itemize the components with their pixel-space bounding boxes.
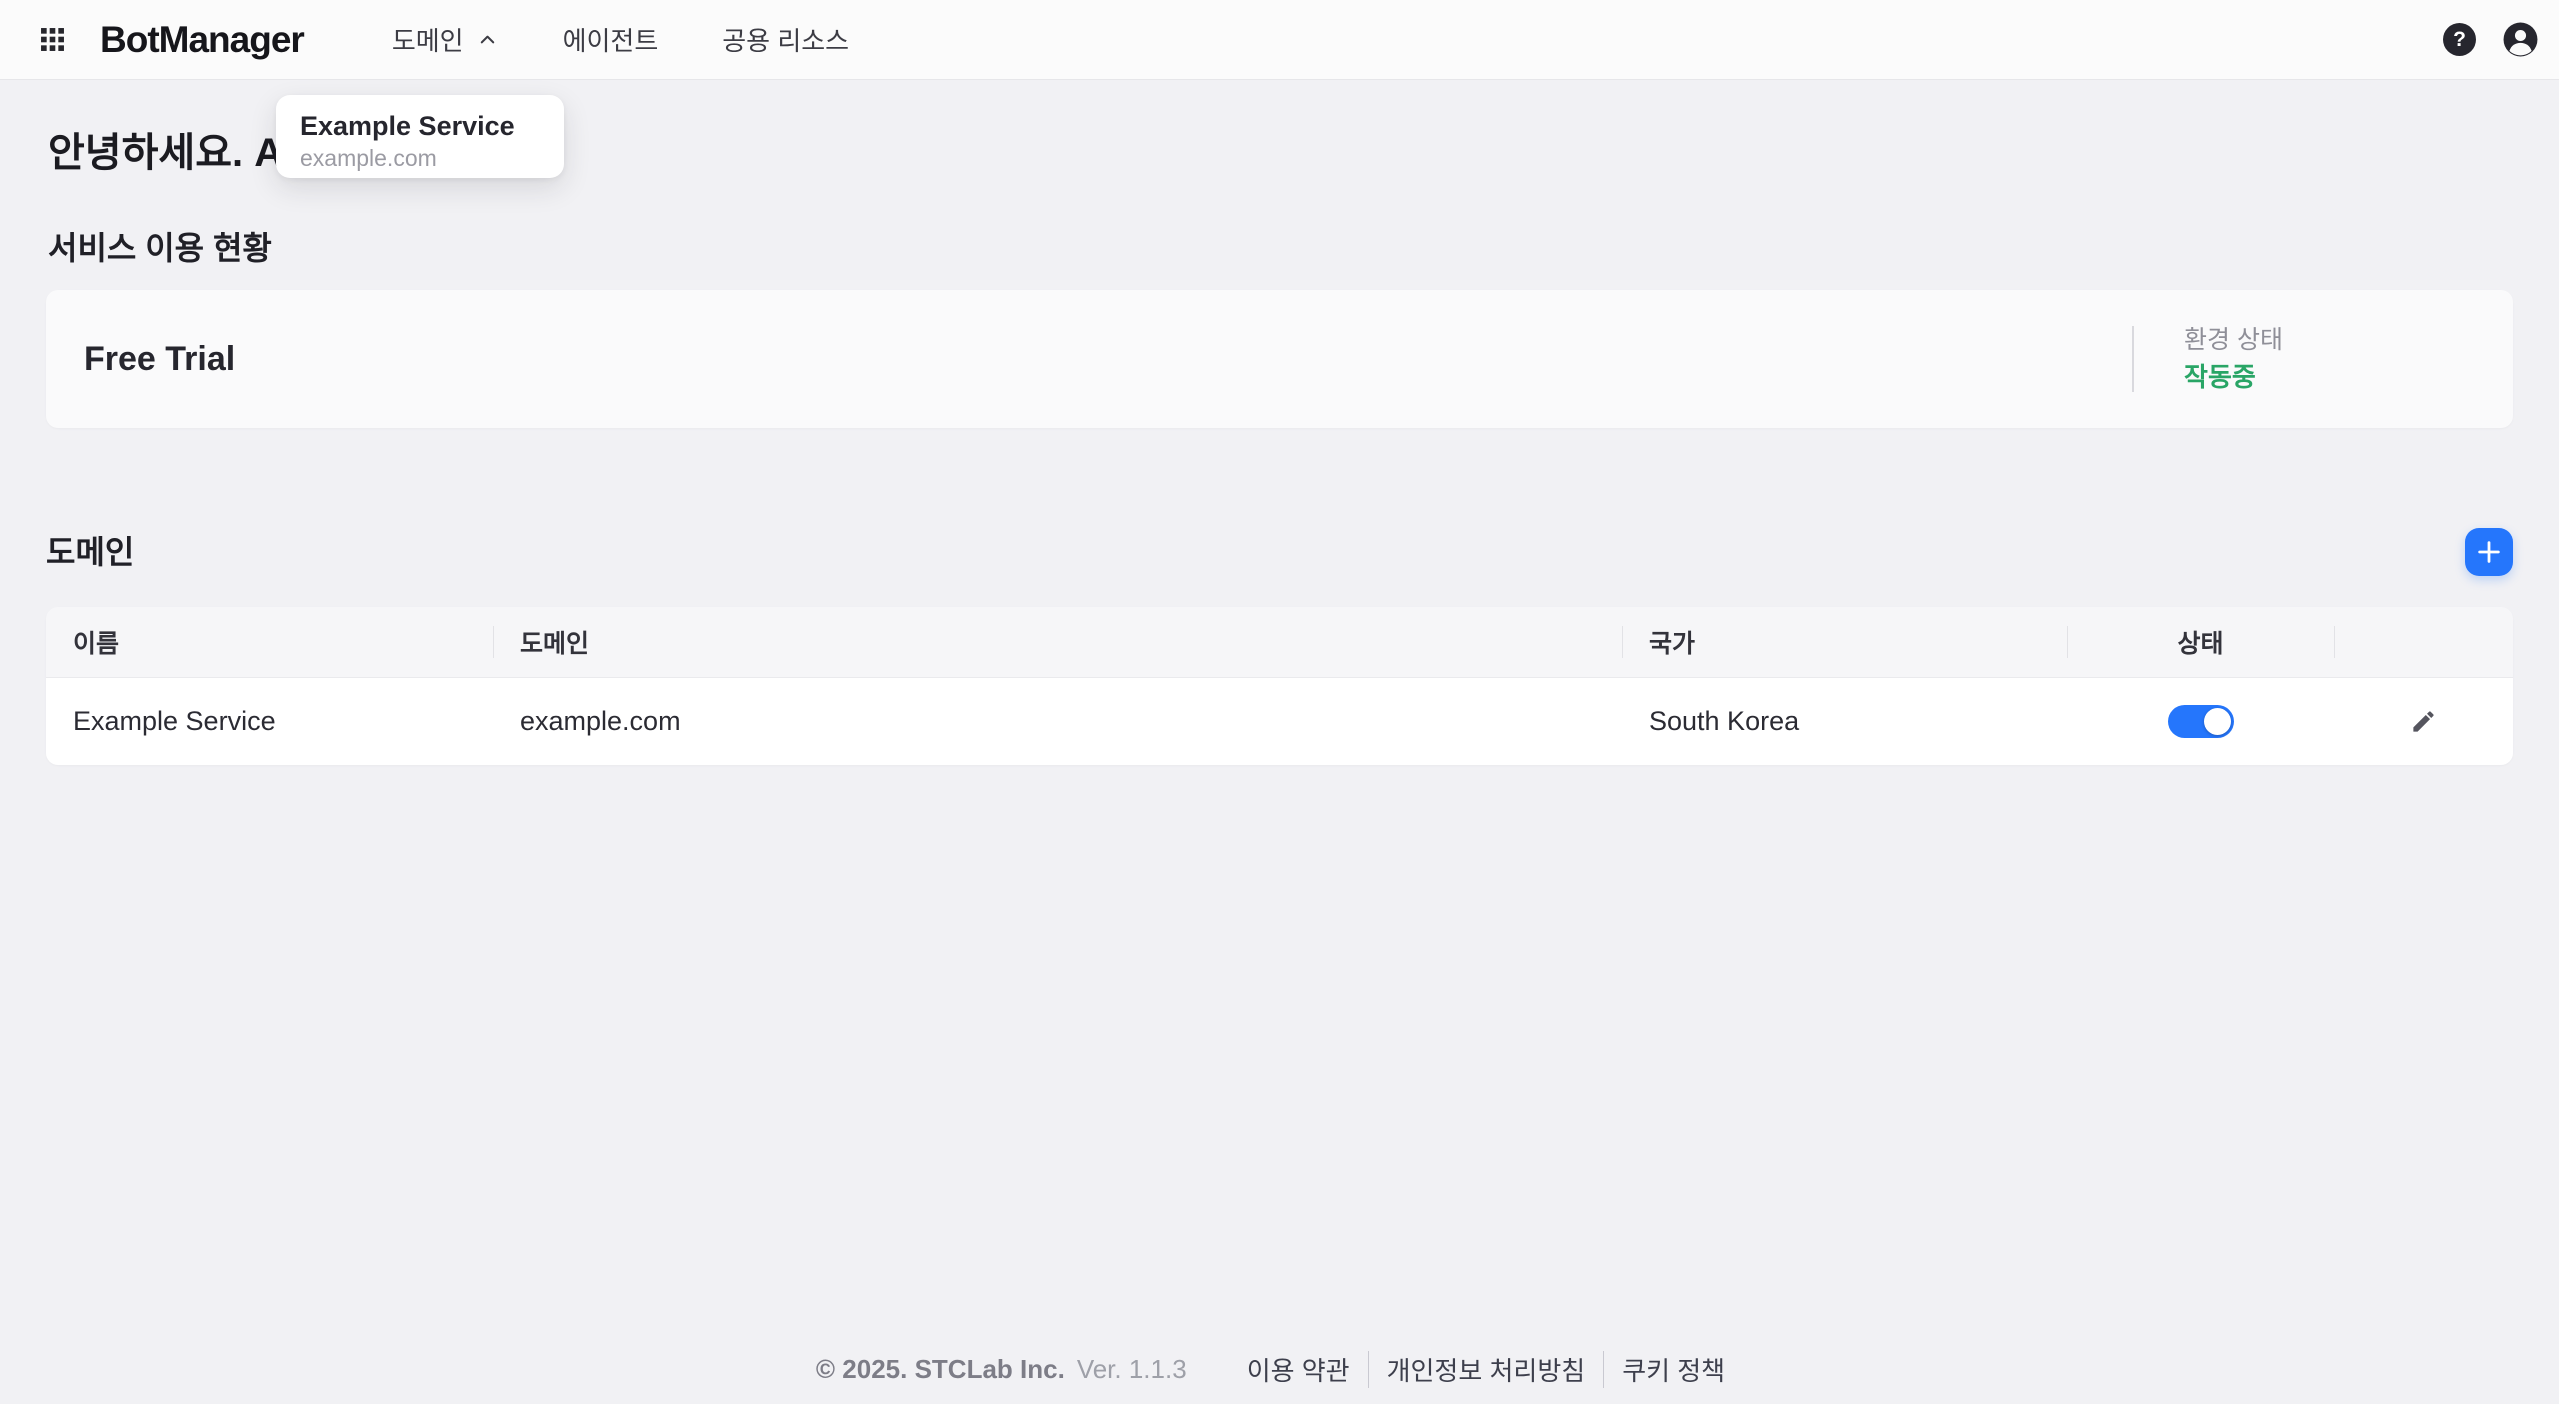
pencil-icon: [2410, 708, 2437, 735]
nav-item-domains[interactable]: 도메인: [392, 21, 499, 58]
cell-status: [2067, 705, 2334, 738]
apps-grid-icon[interactable]: [32, 20, 72, 60]
nav-item-agents-label: 에이전트: [563, 21, 659, 58]
status-toggle[interactable]: [2168, 705, 2234, 738]
domain-table-header: 이름 도메인 국가 상태: [46, 607, 2513, 678]
column-header-status: 상태: [2067, 607, 2334, 677]
nav-item-domains-label: 도메인: [392, 21, 464, 58]
app-logo[interactable]: BotManager: [100, 19, 304, 61]
edit-button[interactable]: [2404, 702, 2443, 741]
domain-dropdown-panel: Example Service example.com: [276, 95, 564, 178]
dropdown-item-service-name[interactable]: Example Service: [300, 111, 540, 141]
nav-item-shared-resources[interactable]: 공용 리소스: [722, 21, 849, 58]
account-icon[interactable]: [2502, 21, 2539, 58]
main-nav: 도메인 에이전트 공용 리소스: [392, 21, 849, 58]
top-navbar: BotManager 도메인 에이전트 공용 리소스 ?: [0, 0, 2559, 80]
environment-status-label: 환경 상태: [2184, 325, 2283, 355]
footer-link-terms[interactable]: 이용 약관: [1229, 1351, 1368, 1388]
domain-table: 이름 도메인 국가 상태 Example Service example.com…: [46, 607, 2513, 765]
vertical-divider: [2132, 326, 2134, 392]
footer-link-cookies[interactable]: 쿠키 정책: [1603, 1351, 1743, 1388]
copyright-text: © 2025. STCLab Inc.: [816, 1354, 1065, 1385]
dropdown-item-service-domain: example.com: [300, 145, 540, 171]
navbar-right: ?: [2443, 21, 2539, 58]
domain-section-header: 도메인: [46, 528, 2513, 576]
environment-status-block: 환경 상태 작동중: [2132, 325, 2283, 393]
version-text: Ver. 1.1.3: [1077, 1354, 1187, 1385]
cell-name: Example Service: [46, 706, 493, 737]
account-circle-glyph: [2502, 21, 2539, 58]
usage-card: Free Trial 환경 상태 작동중: [46, 290, 2513, 428]
plus-icon: [2475, 538, 2503, 566]
usage-section-title: 서비스 이용 현황: [48, 228, 2513, 268]
page-content: 안녕하세요. Ad 서비스 이용 현황 Free Trial 환경 상태 작동중…: [0, 125, 2559, 765]
nav-item-shared-resources-label: 공용 리소스: [722, 21, 849, 58]
environment-texts: 환경 상태 작동중: [2184, 325, 2283, 393]
column-header-domain: 도메인: [493, 607, 1622, 677]
nav-item-agents[interactable]: 에이전트: [563, 21, 659, 58]
grid-icon: [40, 27, 65, 52]
footer-copyright-block: © 2025. STCLab Inc. Ver. 1.1.3: [816, 1354, 1187, 1385]
table-row: Example Service example.com South Korea: [46, 678, 2513, 765]
footer-links: 이용 약관 개인정보 처리방침 쿠키 정책: [1229, 1351, 1743, 1388]
environment-status-value: 작동중: [2184, 361, 2283, 393]
footer-link-privacy[interactable]: 개인정보 처리방침: [1368, 1351, 1604, 1388]
cell-domain: example.com: [493, 706, 1622, 737]
cell-actions: [2334, 702, 2513, 741]
column-header-name: 이름: [46, 607, 493, 677]
add-domain-button[interactable]: [2465, 528, 2513, 576]
page-footer: © 2025. STCLab Inc. Ver. 1.1.3 이용 약관 개인정…: [0, 1348, 2559, 1390]
toggle-knob: [2204, 708, 2231, 735]
help-icon[interactable]: ?: [2443, 23, 2476, 56]
domain-section-title: 도메인: [46, 532, 134, 572]
cell-country: South Korea: [1622, 706, 2067, 737]
plan-name: Free Trial: [84, 340, 235, 379]
chevron-up-icon: [476, 28, 499, 51]
column-header-country: 국가: [1622, 607, 2067, 677]
column-header-actions: [2334, 607, 2513, 677]
